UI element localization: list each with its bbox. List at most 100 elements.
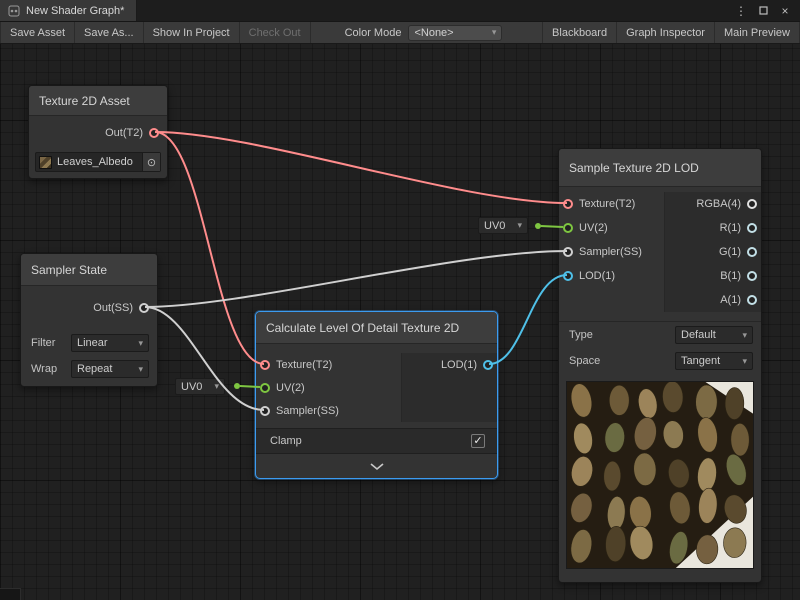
save-asset-button[interactable]: Save Asset [0, 22, 75, 43]
filter-value: Linear [77, 337, 108, 349]
port-row-r: R(1) [665, 216, 761, 240]
port-label: LOD(1) [441, 359, 477, 371]
space-label: Space [569, 355, 675, 367]
type-label: Type [569, 329, 675, 341]
graph-inspector-toggle-button[interactable]: Graph Inspector [616, 22, 714, 43]
collapse-chevron-icon[interactable] [369, 462, 385, 471]
port-label: Out(T2) [105, 127, 143, 139]
main-preview-toggle-button[interactable]: Main Preview [714, 22, 800, 43]
clamp-row: Clamp ✓ [256, 428, 497, 454]
port-out-b[interactable] [747, 271, 757, 281]
color-mode-value: <None> [414, 27, 453, 39]
filter-row: Filter Linear ▾ [21, 330, 157, 356]
tab-title: New Shader Graph* [26, 5, 124, 17]
texture-object-field[interactable]: Leaves_Albedo ⊙ [35, 152, 161, 172]
save-as-button[interactable]: Save As... [75, 22, 144, 43]
node-title: Sample Texture 2D LOD [559, 149, 761, 187]
uv-channel-dropdown[interactable]: UV0 ▾ [175, 378, 225, 395]
port-area: Texture(T2) UV(2) Sampler(SS) LOD(1) [256, 344, 497, 428]
port-out-texture2d[interactable] [149, 128, 159, 138]
port-label: LOD(1) [579, 270, 615, 282]
filter-dropdown[interactable]: Linear ▾ [71, 334, 149, 352]
port-label: Out(SS) [93, 302, 133, 314]
space-row: Space Tangent ▾ [559, 348, 761, 374]
port-label: A(1) [720, 294, 741, 306]
port-label: G(1) [719, 246, 741, 258]
node-sample-texture-2d-lod[interactable]: Sample Texture 2D LOD Texture(T2) UV(2) … [558, 148, 762, 583]
port-row-lod-out: LOD(1) [402, 353, 497, 376]
uv-channel-dropdown[interactable]: UV0 ▾ [478, 217, 528, 234]
show-in-project-button[interactable]: Show In Project [144, 22, 240, 43]
port-out-samplerstate[interactable] [139, 303, 149, 313]
port-label: UV(2) [579, 222, 608, 234]
close-icon[interactable]: × [776, 2, 794, 20]
port-in-sampler[interactable] [260, 406, 270, 416]
color-mode-label: Color Mode [345, 27, 402, 39]
chevron-down-icon: ▾ [517, 220, 522, 231]
texture-thumbnail-icon [39, 156, 52, 169]
port-in-uv[interactable] [563, 223, 573, 233]
port-out-lod[interactable] [483, 360, 493, 370]
chevron-down-icon: ▾ [492, 27, 497, 38]
port-out-rgba[interactable] [747, 199, 757, 209]
port-label: B(1) [720, 270, 741, 282]
shader-graph-icon [8, 5, 20, 17]
port-label: Sampler(SS) [276, 405, 339, 417]
node-sampler-state[interactable]: Sampler State Out(SS) Filter Linear ▾ Wr… [20, 253, 158, 387]
color-mode-dropdown[interactable]: <None> ▾ [408, 25, 502, 41]
port-area: Texture(T2) UV(2) Sampler(SS) LOD(1) RGB… [559, 187, 761, 321]
port-label: RGBA(4) [696, 198, 741, 210]
chevron-down-icon: ▾ [742, 356, 747, 367]
kebab-menu-icon[interactable]: ⋮ [732, 2, 750, 20]
port-label: UV(2) [276, 382, 305, 394]
port-row-b: B(1) [665, 264, 761, 288]
texture-object-name: Leaves_Albedo [57, 156, 137, 168]
node-properties: Type Default ▾ Space Tangent ▾ [559, 321, 761, 374]
chevron-down-icon: ▾ [214, 381, 219, 392]
port-in-lod[interactable] [563, 271, 573, 281]
maximize-icon[interactable] [754, 2, 772, 20]
port-row-uv: UV(2) [256, 376, 401, 399]
color-mode-group: Color Mode <None> ▾ [345, 22, 503, 43]
port-in-texture[interactable] [563, 199, 573, 209]
window-controls: ⋮ × [732, 0, 800, 21]
wrap-label: Wrap [31, 363, 71, 375]
object-picker-icon[interactable]: ⊙ [142, 153, 160, 171]
port-out-a[interactable] [747, 295, 757, 305]
type-row: Type Default ▾ [559, 322, 761, 348]
port-row-uv: UV(2) [559, 216, 664, 240]
node-texture-2d-asset[interactable]: Texture 2D Asset Out(T2) Leaves_Albedo ⊙ [28, 85, 168, 179]
dock-corner [0, 588, 21, 600]
port-out-g[interactable] [747, 247, 757, 257]
clamp-label: Clamp [270, 435, 471, 447]
output-ports: RGBA(4) R(1) G(1) B(1) A(1) [664, 192, 761, 312]
leaves-texture-preview [567, 382, 753, 568]
node-title: Sampler State [21, 254, 157, 286]
title-bar: New Shader Graph* ⋮ × [0, 0, 800, 22]
port-label: Sampler(SS) [579, 246, 642, 258]
port-out-r[interactable] [747, 223, 757, 233]
chevron-down-icon: ▾ [138, 338, 143, 349]
node-calculate-lod-texture2d[interactable]: Calculate Level Of Detail Texture 2D Tex… [255, 311, 498, 479]
chevron-down-icon: ▾ [742, 330, 747, 341]
space-dropdown[interactable]: Tangent ▾ [675, 352, 753, 370]
output-ports: LOD(1) [401, 353, 497, 422]
check-out-button: Check Out [240, 22, 311, 43]
port-row-rgba: RGBA(4) [665, 192, 761, 216]
port-row-out-t2: Out(T2) [29, 116, 167, 150]
collapse-row [256, 454, 497, 478]
port-in-sampler[interactable] [563, 247, 573, 257]
port-in-texture[interactable] [260, 360, 270, 370]
clamp-checkbox[interactable]: ✓ [471, 434, 485, 448]
port-row-g: G(1) [665, 240, 761, 264]
port-in-uv[interactable] [260, 383, 270, 393]
port-row-a: A(1) [665, 288, 761, 312]
port-label: Texture(T2) [579, 198, 635, 210]
input-ports: Texture(T2) UV(2) Sampler(SS) [256, 353, 401, 422]
tab-new-shader-graph[interactable]: New Shader Graph* [0, 0, 137, 21]
blackboard-toggle-button[interactable]: Blackboard [542, 22, 616, 43]
space-value: Tangent [681, 355, 720, 367]
wrap-dropdown[interactable]: Repeat ▾ [71, 360, 149, 378]
type-dropdown[interactable]: Default ▾ [675, 326, 753, 344]
wrap-row: Wrap Repeat ▾ [21, 356, 157, 382]
